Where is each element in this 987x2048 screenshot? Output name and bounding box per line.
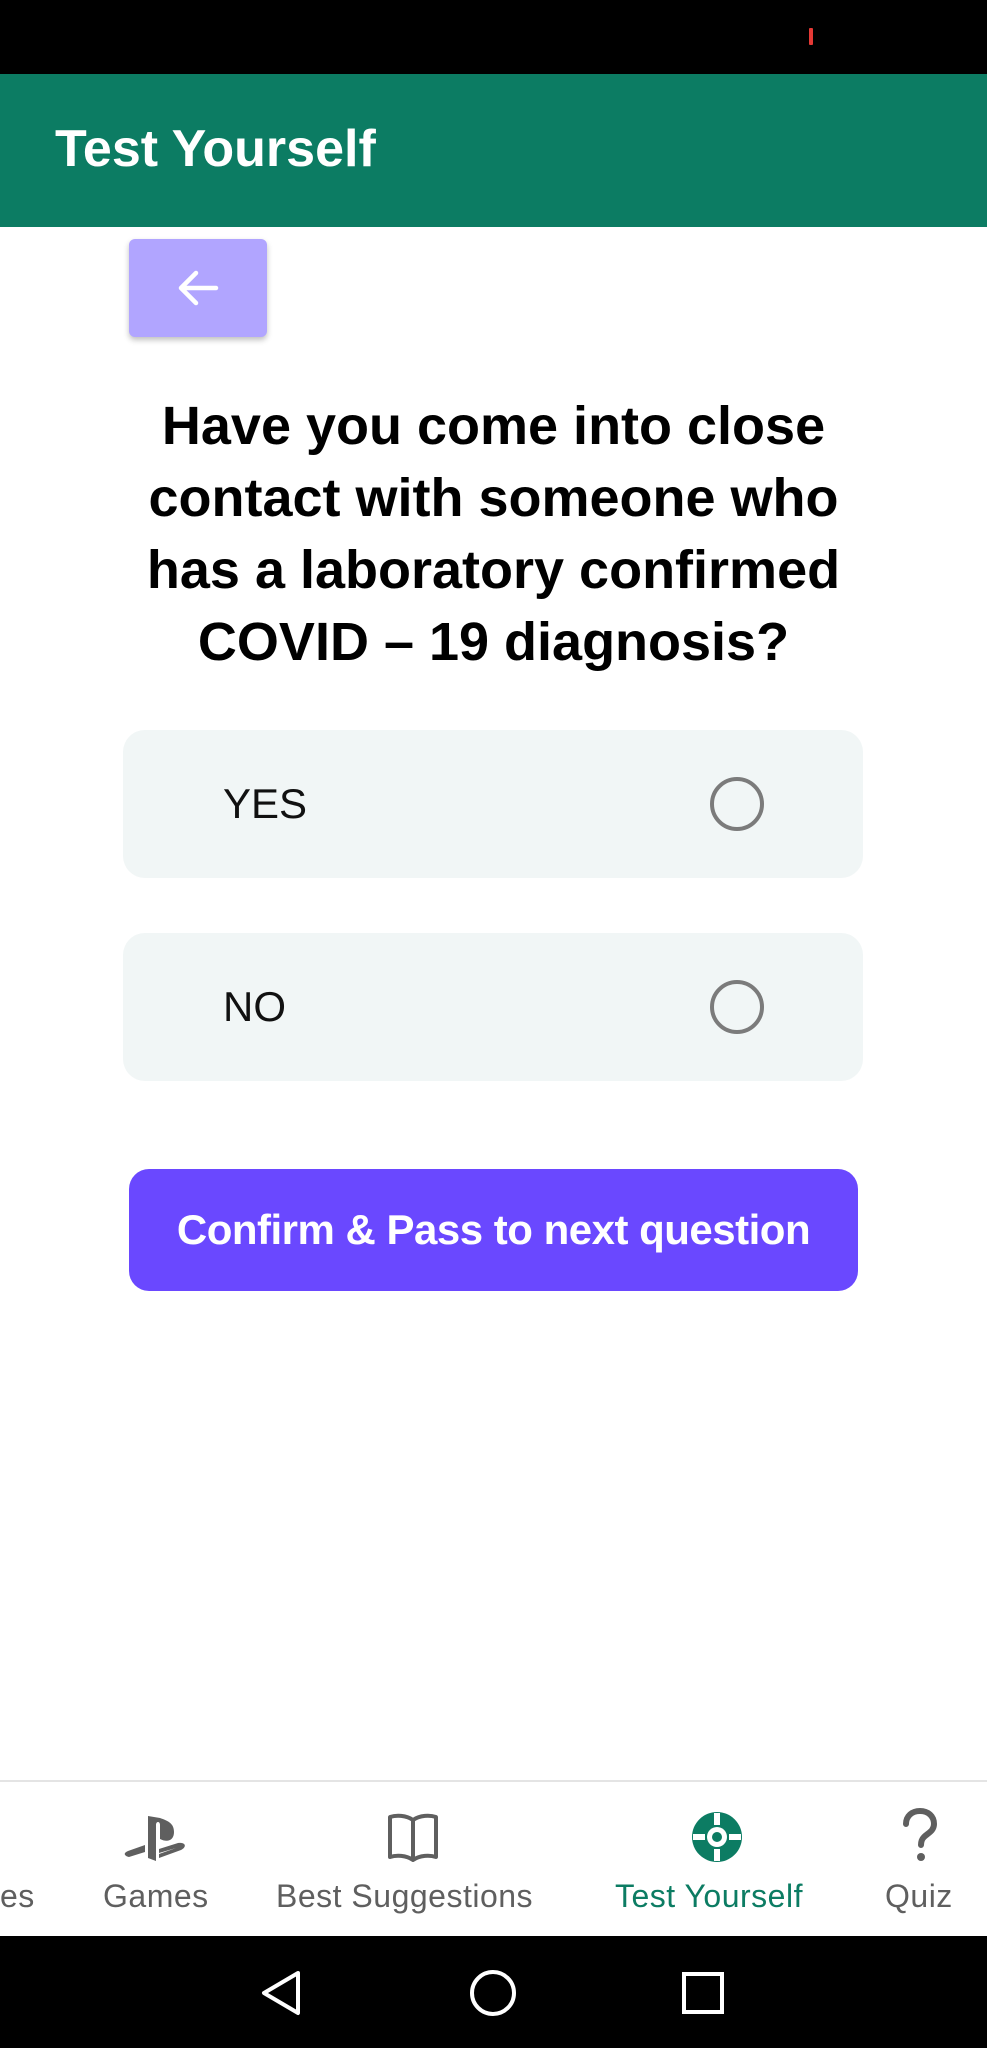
app-title: Test Yourself xyxy=(55,120,376,178)
nav-item-partial[interactable]: es xyxy=(0,1782,60,1936)
playstation-icon xyxy=(124,1816,185,1861)
app-bar: Test Yourself xyxy=(0,74,987,227)
option-label: NO xyxy=(223,983,286,1030)
nav-item-best-suggestions[interactable]: Best Suggestions xyxy=(272,1782,554,1936)
question-text: Have you come into close contact with so… xyxy=(146,396,841,672)
radio-button-no[interactable] xyxy=(710,980,764,1034)
option-no[interactable]: NO xyxy=(123,933,863,1081)
status-indicator xyxy=(809,28,813,45)
bottom-nav: es Games Best Suggestions Test Yourself … xyxy=(0,1780,987,1936)
question-mark-icon xyxy=(903,1808,938,1861)
book-icon xyxy=(388,1813,438,1862)
nav-item-games[interactable]: Games xyxy=(95,1782,215,1936)
recents-square-icon[interactable] xyxy=(680,1970,726,2016)
option-yes[interactable]: YES xyxy=(123,730,863,878)
nav-item-label: Best Suggestions xyxy=(276,1878,534,1914)
nav-item-label: es xyxy=(0,1878,35,1914)
system-nav-bar xyxy=(0,1936,987,2048)
option-label: YES xyxy=(223,780,308,827)
confirm-next-button[interactable]: Confirm & Pass to next question xyxy=(129,1169,858,1291)
screen: Test Yourself Have you come into close c… xyxy=(0,0,987,2048)
nav-item-quiz[interactable]: Quiz xyxy=(880,1782,970,1936)
lifebuoy-icon xyxy=(692,1812,742,1862)
radio-button-yes[interactable] xyxy=(710,777,764,831)
arrow-left-icon xyxy=(178,270,219,306)
status-bar xyxy=(0,0,987,74)
nav-item-label: Games xyxy=(103,1878,209,1914)
back-triangle-icon[interactable] xyxy=(258,1969,306,2017)
nav-item-label: Test Yourself xyxy=(615,1878,803,1914)
nav-item-label: Quiz xyxy=(885,1878,953,1914)
back-button[interactable] xyxy=(129,239,267,337)
nav-item-test-yourself[interactable]: Test Yourself xyxy=(612,1782,834,1936)
home-circle-icon[interactable] xyxy=(468,1968,518,2018)
